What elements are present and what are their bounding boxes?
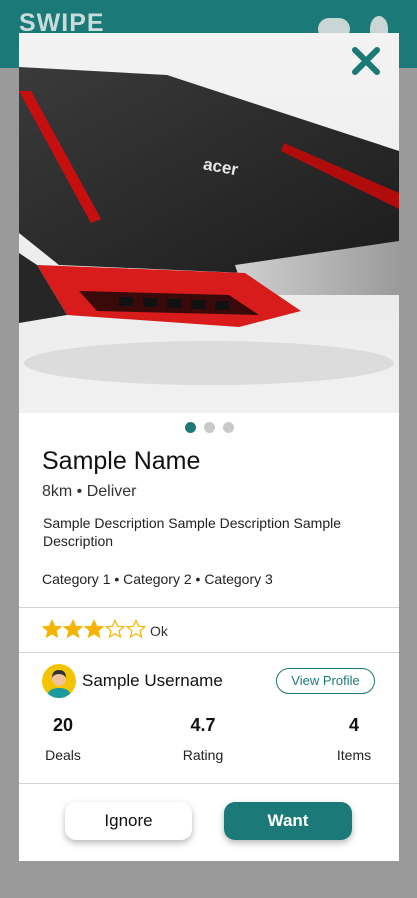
laptop-illustration: acer [19,67,399,385]
carousel-indicator [19,422,399,433]
star-empty-icon [126,619,146,639]
stat-value: 20 [52,715,74,735]
divider [19,783,399,784]
rating-stars [42,619,147,639]
rating-label: Ok [150,623,168,639]
product-meta: 8km • Deliver [42,483,137,500]
want-button[interactable]: Want [224,802,352,840]
star-filled-icon [63,619,83,639]
stat-value: 4.7 [190,715,216,735]
divider [19,607,399,608]
view-profile-button[interactable]: View Profile [276,668,375,694]
stat-label: Rating [182,747,224,763]
ignore-button[interactable]: Ignore [65,802,192,840]
close-button[interactable] [351,46,381,76]
stat-label: Deals [45,747,81,763]
star-filled-icon [42,619,62,639]
stat-deals: 20 Deals [33,715,93,763]
product-modal: acer Sample Name 8km • Deliver Sample De… [19,33,399,861]
product-image[interactable]: acer [19,33,399,413]
divider [19,652,399,653]
avatar[interactable] [42,664,76,698]
product-name: Sample Name [42,447,201,475]
close-icon [352,47,380,75]
star-empty-icon [105,619,125,639]
product-categories: Category 1 • Category 2 • Category 3 [42,571,273,587]
stat-label: Items [336,747,372,763]
product-description: Sample Description Sample Description Sa… [43,515,342,549]
star-filled-icon [84,619,104,639]
seller-username: Sample Username [82,671,223,690]
stat-items: 4 Items [324,715,384,763]
user-avatar-icon [47,670,71,698]
carousel-dot[interactable] [222,422,234,433]
carousel-dot[interactable] [203,422,215,433]
stat-rating: 4.7 Rating [171,715,235,763]
carousel-dot[interactable] [184,422,196,433]
stat-value: 4 [348,715,359,735]
